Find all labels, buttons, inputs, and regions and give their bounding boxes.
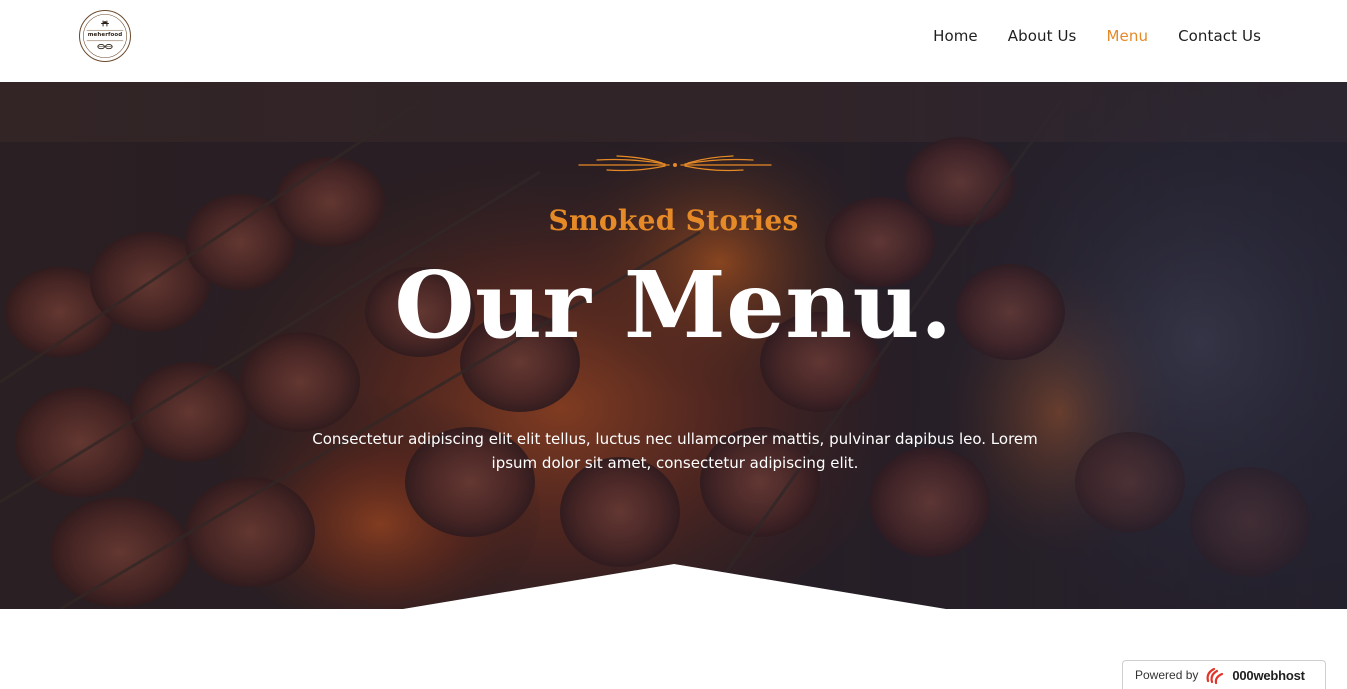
000webhost-logo-icon — [1206, 667, 1224, 685]
page-title: Our Menu. — [394, 251, 953, 359]
hero-section: Smoked Stories Our Menu. Consectetur adi… — [0, 82, 1347, 609]
hero-description: Consectetur adipiscing elit elit tellus,… — [312, 430, 1038, 472]
powered-by-brand: 000webhost — [1232, 667, 1305, 683]
main-nav: Home About Us Menu Contact Us — [933, 26, 1261, 46]
site-logo[interactable]: meherfood — [79, 10, 131, 62]
logo-wordmark: meherfood — [87, 32, 123, 38]
nav-item-about-us[interactable]: About Us — [1008, 26, 1077, 46]
powered-by-badge[interactable]: Powered by 000webhost — [1122, 660, 1326, 689]
hero-kicker: Smoked Stories — [548, 204, 799, 237]
site-header: meherfood Home About Us Menu Contact Us — [0, 0, 1347, 82]
flourish-divider-icon — [578, 155, 772, 172]
nav-item-menu[interactable]: Menu — [1106, 26, 1148, 46]
hero-divider-shape — [403, 564, 946, 609]
nav-item-contact-us[interactable]: Contact Us — [1178, 26, 1261, 46]
nav-item-home[interactable]: Home — [933, 26, 978, 46]
powered-by-label: Powered by — [1135, 668, 1199, 682]
